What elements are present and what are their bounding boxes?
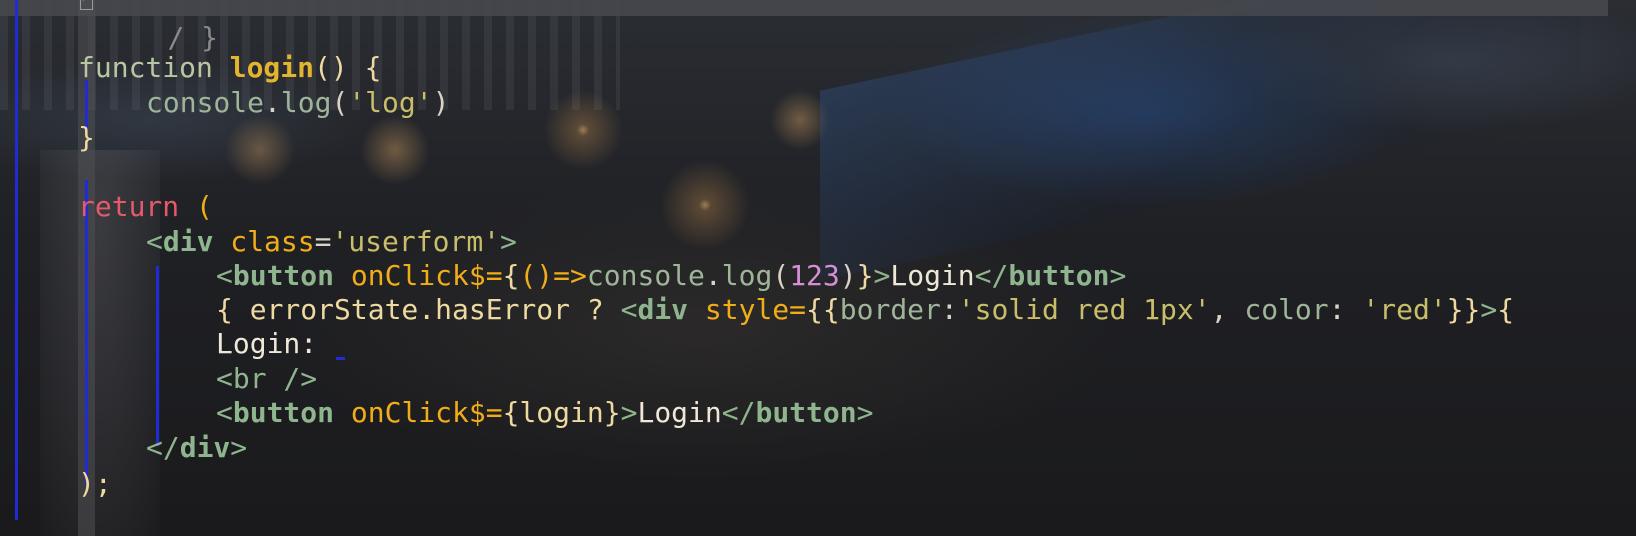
tag-bracket: > xyxy=(230,431,248,464)
punctuation: = xyxy=(485,259,503,292)
tag-bracket: < xyxy=(216,259,233,292)
tag-bracket: > xyxy=(856,396,874,429)
punctuation: = xyxy=(314,225,332,258)
expression: { errorState.hasError ? xyxy=(216,293,621,326)
attribute-name: class xyxy=(230,225,315,258)
attribute-name: style xyxy=(704,293,790,326)
punctuation: }} xyxy=(1446,293,1481,326)
jsx-text: Login xyxy=(637,396,722,429)
identifier-log: log xyxy=(280,86,332,119)
tag-bracket: > xyxy=(1109,259,1127,292)
top-scroll-bar[interactable] xyxy=(0,0,1608,16)
identifier-console: console xyxy=(586,259,705,292)
attribute-name: onClick$ xyxy=(350,259,486,292)
punctuation: } xyxy=(856,259,874,292)
punctuation: () xyxy=(519,259,554,292)
tag-br: <br /> xyxy=(216,362,318,395)
punctuation: () { xyxy=(314,51,382,84)
punctuation: { xyxy=(1497,293,1515,326)
tag-name: button xyxy=(755,396,857,429)
code-line-div-open[interactable]: <div class='userform'> xyxy=(146,224,517,260)
tag-bracket: < xyxy=(216,396,233,429)
identifier-console: console xyxy=(146,86,265,119)
punctuation: { xyxy=(502,259,520,292)
attribute-name: onClick$ xyxy=(350,396,486,429)
property-name: border xyxy=(839,293,941,326)
tag-bracket: > xyxy=(1480,293,1498,326)
punctuation: ) xyxy=(432,86,450,119)
fold-icon[interactable] xyxy=(80,0,93,10)
punctuation: : xyxy=(940,293,958,326)
keyword-function: function xyxy=(78,51,213,84)
code-line-end[interactable]: ); xyxy=(78,466,112,502)
tag-bracket: </ xyxy=(146,431,180,464)
punctuation: } xyxy=(78,121,95,154)
expression: {login} xyxy=(502,396,621,429)
punctuation: {{ xyxy=(806,293,840,326)
tag-name: div xyxy=(637,293,689,326)
function-name: login xyxy=(229,51,315,84)
tag-bracket: > xyxy=(500,225,517,258)
punctuation: ); xyxy=(78,467,112,500)
keyword-return: return xyxy=(78,190,180,223)
tag-name: button xyxy=(232,259,335,292)
punctuation: . xyxy=(704,259,722,292)
tag-name: div xyxy=(179,431,231,464)
indent-guide-outer xyxy=(15,0,18,520)
string-literal: 'solid red 1px' xyxy=(957,293,1211,326)
indent-guide-return xyxy=(85,180,88,484)
punctuation: , xyxy=(1210,293,1245,326)
punctuation: = xyxy=(485,396,503,429)
tag-bracket: < xyxy=(146,225,163,258)
punctuation: ) xyxy=(839,259,857,292)
code-line-error-state[interactable]: { errorState.hasError ? <div style={{bor… xyxy=(216,292,1514,328)
code-line-div-close[interactable]: </div> xyxy=(146,430,247,466)
jsx-text: Login: xyxy=(216,327,318,360)
code-line-console-log[interactable]: console.log('log') xyxy=(146,85,449,121)
indent-guide-div xyxy=(156,266,159,446)
string-literal: 'red' xyxy=(1362,293,1447,326)
tag-name: button xyxy=(1008,259,1110,292)
tag-bracket: </ xyxy=(974,259,1009,292)
jsx-text: Login xyxy=(890,259,975,292)
code-line-button-1[interactable]: <button onClick$={()=>console.log(123)}>… xyxy=(216,258,1126,294)
tag-name: div xyxy=(162,225,214,258)
code-line-return[interactable]: return ( xyxy=(78,189,213,225)
tag-bracket: > xyxy=(873,259,891,292)
arrow-operator: => xyxy=(553,259,587,292)
string-literal: 'userform' xyxy=(331,225,501,258)
identifier-log: log xyxy=(721,259,773,292)
punctuation: : xyxy=(1328,293,1363,326)
punctuation: ( xyxy=(331,86,349,119)
code-line-br[interactable]: <br /> xyxy=(216,361,317,397)
tag-bracket: </ xyxy=(721,396,756,429)
code-line-close-brace[interactable]: } xyxy=(78,120,95,156)
property-name: color xyxy=(1244,293,1329,326)
punctuation: . xyxy=(264,86,281,119)
punctuation: ( xyxy=(772,259,790,292)
text-cursor xyxy=(336,357,345,360)
tag-bracket: < xyxy=(620,293,638,326)
tag-bracket: > xyxy=(620,396,638,429)
code-line-login-label[interactable]: Login: xyxy=(216,326,317,362)
code-line-0[interactable]: / } xyxy=(100,0,218,54)
code-line-button-2[interactable]: <button onClick$={login}>Login</button> xyxy=(216,395,874,431)
tag-name: button xyxy=(232,396,335,429)
code-line-function[interactable]: function login() { xyxy=(78,50,381,86)
string-literal: 'log' xyxy=(348,86,433,119)
punctuation: = xyxy=(789,293,807,326)
punctuation: ( xyxy=(179,190,213,223)
number-literal: 123 xyxy=(789,259,840,292)
